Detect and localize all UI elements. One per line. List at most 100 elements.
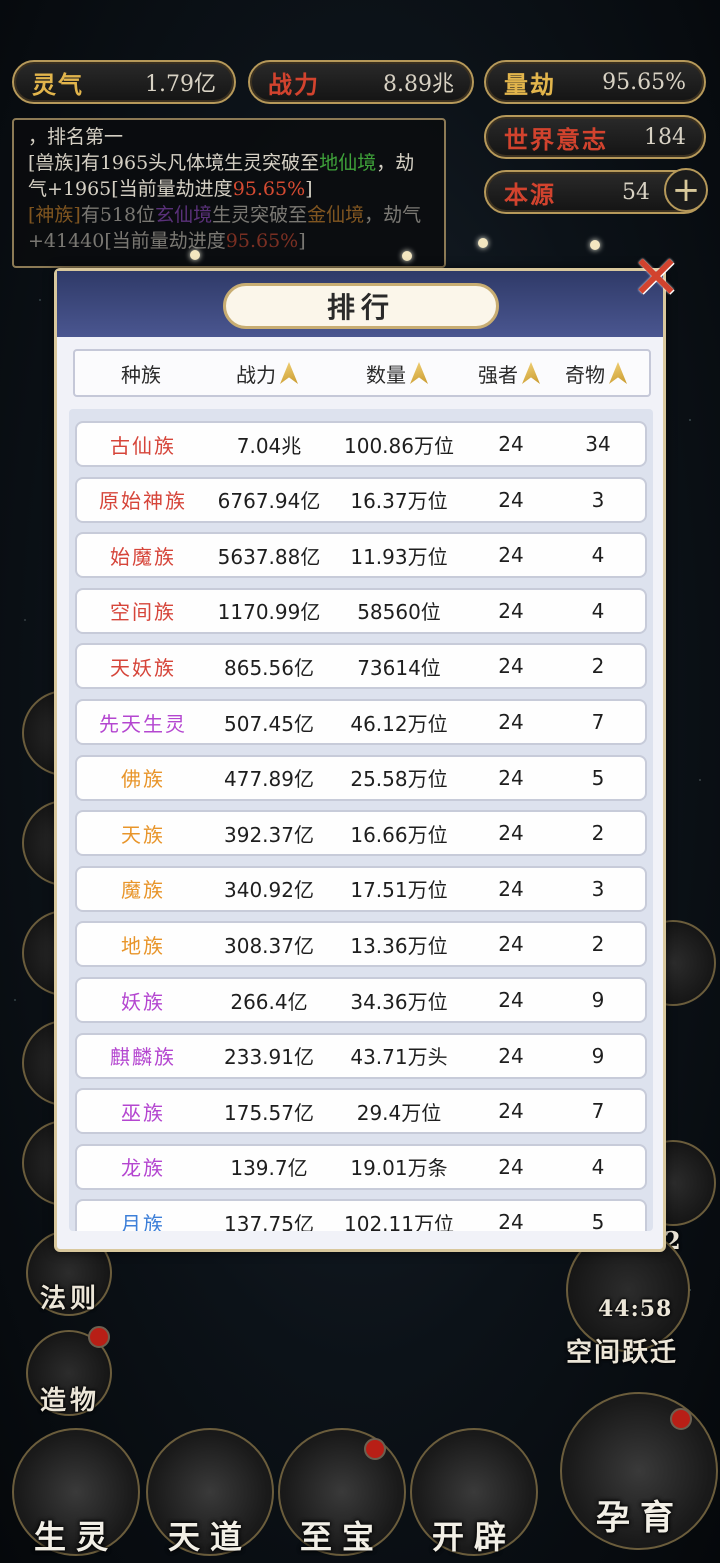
- treasure-value: 4: [591, 598, 605, 623]
- count-value: 16.37万位: [350, 489, 448, 514]
- race-name: 龙族: [121, 1156, 165, 1181]
- table-row[interactable]: 月族 137.75亿 102.11万位 24 5: [75, 1199, 647, 1231]
- treasure-value: 2: [591, 932, 605, 957]
- stat-lingqi-label: 灵气: [32, 69, 84, 99]
- stat-liangjie-value: 95.65%: [602, 69, 686, 95]
- count-value: 34.36万位: [350, 989, 448, 1014]
- power-value: 5637.88亿: [217, 544, 321, 569]
- power-value: 340.92亿: [224, 878, 314, 903]
- treasure-value: 5: [591, 765, 605, 790]
- strong-value: 24: [498, 876, 524, 901]
- sort-arrow-icon: [280, 362, 298, 384]
- count-value: 29.4万位: [356, 1100, 442, 1125]
- power-value: 139.7亿: [230, 1156, 308, 1181]
- decorative-lamp: [590, 240, 600, 250]
- count-value: 19.01万条: [350, 1156, 448, 1181]
- strong-value: 24: [498, 543, 524, 568]
- col-treasure-sort[interactable]: 奇物: [551, 359, 641, 388]
- kongjian-timer: 44:58: [598, 1296, 673, 1322]
- table-row[interactable]: 妖族 266.4亿 34.36万位 24 9: [75, 977, 647, 1023]
- power-value: 7.04兆: [236, 433, 302, 458]
- count-value: 16.66万位: [350, 822, 448, 847]
- ranking-panel: 排行 种族 战力 数量 强者 奇物 古仙族 7.04兆 100.86万位 24 34 原始…: [54, 268, 666, 1252]
- count-value: 17.51万位: [350, 878, 448, 903]
- sort-arrow-icon: [410, 362, 428, 384]
- table-row[interactable]: 古仙族 7.04兆 100.86万位 24 34: [75, 421, 647, 467]
- treasure-value: 3: [591, 487, 605, 512]
- col-power-label: 战力: [236, 362, 276, 387]
- col-treasure-label: 奇物: [565, 362, 605, 387]
- log-tag: [兽族]: [28, 152, 81, 174]
- count-value: 13.36万位: [350, 933, 448, 958]
- table-row[interactable]: 龙族 139.7亿 19.01万条 24 4: [75, 1143, 647, 1190]
- race-name: 麒麟族: [110, 1045, 176, 1070]
- log-text: 有518位: [80, 204, 156, 226]
- power-value: 392.37亿: [224, 822, 314, 847]
- col-power-sort[interactable]: 战力: [207, 359, 327, 388]
- table-row[interactable]: 空间族 1170.99亿 58560位 24 4: [75, 587, 647, 634]
- table-row[interactable]: 先天生灵 507.45亿 46.12万位 24 7: [75, 699, 647, 745]
- table-row[interactable]: 原始神族 6767.94亿 16.37万位 24 3: [75, 476, 647, 523]
- strong-value: 24: [498, 598, 524, 623]
- table-row[interactable]: 巫族 175.57亿 29.4万位 24 7: [75, 1088, 647, 1135]
- decorative-lamp: [190, 250, 200, 260]
- nav-yunyu-label: 孕育: [596, 1498, 684, 1538]
- notification-dot: [364, 1438, 386, 1460]
- stat-benyuan-label: 本源: [504, 179, 556, 209]
- power-value: 175.57亿: [224, 1100, 314, 1125]
- kongjian-label: 空间跃迁: [566, 1338, 679, 1368]
- log-percent: 95.65%: [232, 178, 306, 200]
- col-strong-sort[interactable]: 强者: [467, 359, 551, 388]
- fazi-label: 法则: [40, 1284, 101, 1314]
- treasure-value: 2: [591, 654, 605, 679]
- count-value: 43.71万头: [350, 1045, 448, 1070]
- power-value: 266.4亿: [230, 989, 308, 1014]
- sort-arrow-icon: [522, 362, 540, 384]
- nav-shengling-label: 生灵: [33, 1518, 118, 1556]
- col-strong-label: 强者: [478, 362, 518, 387]
- stat-liangjie: 量劫 95.65%: [484, 60, 706, 104]
- sort-arrow-icon: [609, 362, 627, 384]
- nav-tiandao-label: 天道: [167, 1518, 252, 1556]
- race-name: 佛族: [121, 767, 165, 792]
- treasure-value: 3: [591, 876, 605, 901]
- log-percent: 95.65%: [225, 230, 299, 252]
- log-text: 生灵突破至: [212, 204, 308, 226]
- ranking-title: 排行: [223, 283, 499, 329]
- race-name: 地族: [121, 933, 165, 958]
- table-row[interactable]: 天族 392.37亿 16.66万位 24 2: [75, 810, 647, 857]
- treasure-value: 9: [591, 988, 605, 1012]
- ranking-list[interactable]: 古仙族 7.04兆 100.86万位 24 34 原始神族 6767.94亿 16.37万位 2…: [69, 409, 653, 1231]
- table-row[interactable]: 始魔族 5637.88亿 11.93万位 24 4: [75, 532, 647, 579]
- log-realm: 玄仙境: [155, 204, 213, 226]
- table-row[interactable]: 天妖族 865.56亿 73614位 24 2: [75, 643, 647, 690]
- notification-dot: [670, 1408, 692, 1430]
- count-value: 73614位: [357, 655, 441, 680]
- decorative-lamp: [478, 238, 488, 248]
- count-value: 46.12万位: [350, 711, 448, 736]
- count-value: 58560位: [357, 600, 441, 625]
- zaowu-label: 造物: [40, 1386, 101, 1416]
- table-row[interactable]: 地族 308.37亿 13.36万位 24 2: [75, 921, 647, 968]
- table-row[interactable]: 魔族 340.92亿 17.51万位 24 3: [75, 865, 647, 912]
- treasure-value: 7: [591, 710, 605, 734]
- close-icon[interactable]: ✕: [626, 248, 686, 308]
- stat-liangjie-label: 量劫: [504, 69, 556, 99]
- strong-value: 24: [498, 932, 524, 957]
- strong-value: 24: [498, 654, 524, 679]
- strong-value: 24: [498, 988, 524, 1012]
- power-value: 1170.99亿: [217, 600, 321, 625]
- log-message-god: [神族]有518位玄仙境生灵突破至金仙境，劫气+41440[当前量劫进度95.6…: [28, 202, 430, 254]
- race-name: 先天生灵: [99, 711, 187, 736]
- decorative-lamp: [402, 251, 412, 261]
- strong-value: 24: [498, 1154, 524, 1179]
- column-header: 种族 战力 数量 强者 奇物: [73, 349, 651, 397]
- treasure-value: 5: [591, 1210, 605, 1231]
- table-row[interactable]: 佛族 477.89亿 25.58万位 24 5: [75, 754, 647, 801]
- col-count-sort[interactable]: 数量: [327, 359, 467, 388]
- notification-dot: [88, 1326, 110, 1348]
- race-name: 原始神族: [99, 489, 187, 514]
- table-row[interactable]: 麒麟族 233.91亿 43.71万头 24 9: [75, 1032, 647, 1079]
- benyuan-plus-button[interactable]: +: [664, 168, 708, 212]
- power-value: 865.56亿: [224, 655, 314, 680]
